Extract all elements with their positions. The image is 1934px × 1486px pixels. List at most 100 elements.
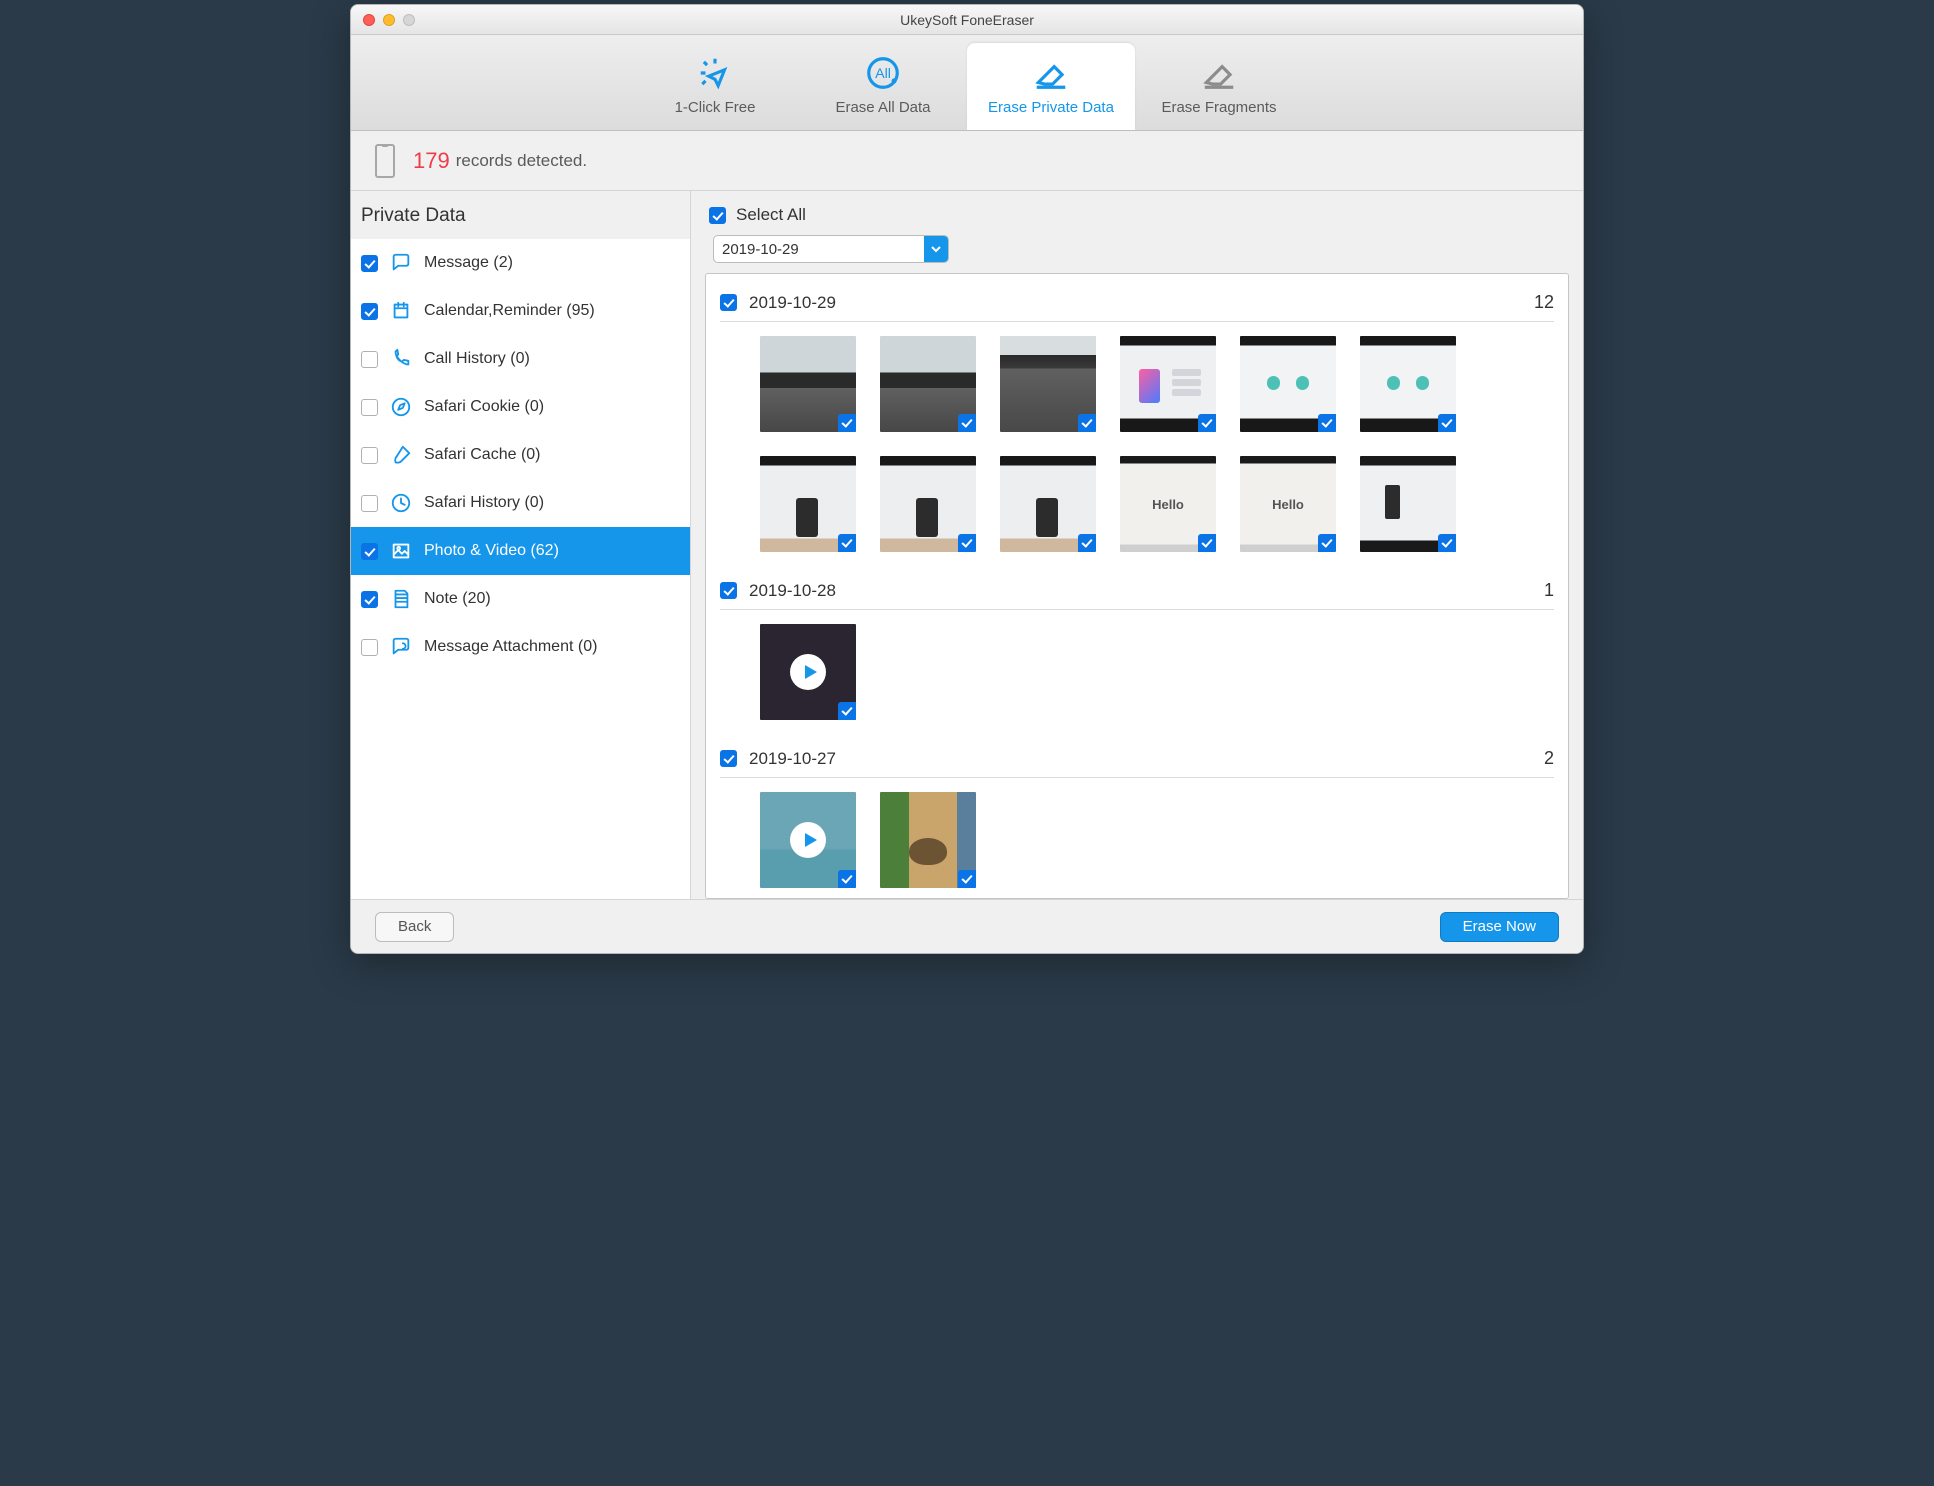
- device-icon: [375, 144, 395, 178]
- sidebar-item-checkbox[interactable]: [361, 543, 378, 560]
- thumbnail[interactable]: [760, 336, 856, 432]
- sidebar-item-checkbox[interactable]: [361, 495, 378, 512]
- thumbnail-checkbox[interactable]: [958, 534, 976, 552]
- sidebar-item-label: Call History (0): [424, 350, 530, 368]
- sidebar-item-cache[interactable]: Safari Cache (0): [351, 431, 690, 479]
- group-checkbox[interactable]: [720, 582, 737, 599]
- brush-icon: [388, 442, 414, 468]
- sidebar-item-checkbox[interactable]: [361, 255, 378, 272]
- sidebar-item-label: Message (2): [424, 254, 513, 272]
- tab-erase-all-data[interactable]: All Erase All Data: [799, 43, 967, 130]
- thumbnail-checkbox[interactable]: [1318, 534, 1336, 552]
- erase-now-button[interactable]: Erase Now: [1440, 912, 1559, 942]
- sidebar-item-label: Safari Cookie (0): [424, 398, 544, 416]
- sidebar-item-msgattach[interactable]: Message Attachment (0): [351, 623, 690, 671]
- sidebar-item-checkbox[interactable]: [361, 351, 378, 368]
- sidebar-item-note[interactable]: Note (20): [351, 575, 690, 623]
- group-count: 1: [1544, 580, 1554, 601]
- records-text: records detected.: [456, 151, 587, 171]
- thumbnail[interactable]: Hello: [1240, 456, 1336, 552]
- sidebar-item-label: Calendar,Reminder (95): [424, 302, 595, 320]
- thumbnail-checkbox[interactable]: [838, 702, 856, 720]
- sidebar-item-history[interactable]: Safari History (0): [351, 479, 690, 527]
- titlebar: UkeySoft FoneEraser: [351, 5, 1583, 35]
- group-header: 2019-10-272: [720, 740, 1554, 778]
- thumbnail[interactable]: [1360, 336, 1456, 432]
- thumbnail-checkbox[interactable]: [838, 414, 856, 432]
- sidebar-item-checkbox[interactable]: [361, 303, 378, 320]
- date-filter-select[interactable]: 2019-10-29: [713, 235, 949, 263]
- svg-text:All: All: [875, 66, 891, 82]
- image-icon: [388, 538, 414, 564]
- tab-label: 1-Click Free: [639, 99, 791, 116]
- tab-erase-private-data[interactable]: Erase Private Data: [967, 43, 1135, 130]
- thumbnail-checkbox[interactable]: [1198, 534, 1216, 552]
- sidebar-item-photovid[interactable]: Photo & Video (62): [351, 527, 690, 575]
- sidebar-item-label: Safari Cache (0): [424, 446, 541, 464]
- calendar-icon: [388, 298, 414, 324]
- sidebar-item-label: Safari History (0): [424, 494, 544, 512]
- records-count: 179: [413, 148, 450, 174]
- erase-all-icon: All: [807, 53, 959, 93]
- thumbnail[interactable]: [1000, 336, 1096, 432]
- thumbnail[interactable]: Hello: [1120, 456, 1216, 552]
- thumb-row: [720, 792, 1554, 888]
- sidebar-item-checkbox[interactable]: [361, 399, 378, 416]
- thumbnail-checkbox[interactable]: [1318, 414, 1336, 432]
- sidebar-item-label: Message Attachment (0): [424, 638, 597, 656]
- eraser-outline-icon: [1143, 53, 1295, 93]
- sidebar-item-callhist[interactable]: Call History (0): [351, 335, 690, 383]
- tab-1click-free[interactable]: 1-Click Free: [631, 43, 799, 130]
- group-date: 2019-10-29: [749, 293, 836, 313]
- select-all-checkbox[interactable]: [709, 207, 726, 224]
- thumbnail[interactable]: [1360, 456, 1456, 552]
- attachment-icon: [388, 634, 414, 660]
- thumbnail[interactable]: [1120, 336, 1216, 432]
- thumbnail[interactable]: [1240, 336, 1336, 432]
- thumbnail[interactable]: [760, 624, 856, 720]
- sidebar-item-label: Photo & Video (62): [424, 542, 559, 560]
- sidebar-item-checkbox[interactable]: [361, 639, 378, 656]
- thumbnail-checkbox[interactable]: [838, 534, 856, 552]
- sidebar-item-label: Note (20): [424, 590, 491, 608]
- tab-erase-fragments[interactable]: Erase Fragments: [1135, 43, 1303, 130]
- thumbnail-checkbox[interactable]: [1078, 414, 1096, 432]
- thumbnail-scroll-area[interactable]: 2019-10-2912HelloHello2019-10-2812019-10…: [705, 273, 1569, 899]
- group-checkbox[interactable]: [720, 294, 737, 311]
- thumbnail[interactable]: [760, 456, 856, 552]
- photo-group: 2019-10-272: [720, 740, 1554, 888]
- thumbnail-checkbox[interactable]: [1198, 414, 1216, 432]
- group-count: 12: [1534, 292, 1554, 313]
- sidebar-item-calendar[interactable]: Calendar,Reminder (95): [351, 287, 690, 335]
- thumbnail-checkbox[interactable]: [1438, 534, 1456, 552]
- content-header: Select All: [705, 201, 1569, 235]
- sidebar-item-cookie[interactable]: Safari Cookie (0): [351, 383, 690, 431]
- sidebar-item-checkbox[interactable]: [361, 447, 378, 464]
- sidebar-item-checkbox[interactable]: [361, 591, 378, 608]
- footer: Back Erase Now: [351, 899, 1583, 953]
- group-checkbox[interactable]: [720, 750, 737, 767]
- thumbnail[interactable]: [760, 792, 856, 888]
- thumb-row: [720, 624, 1554, 720]
- thumbnail[interactable]: [880, 792, 976, 888]
- thumbnail-checkbox[interactable]: [1438, 414, 1456, 432]
- thumbnail-checkbox[interactable]: [1078, 534, 1096, 552]
- sidebar-item-message[interactable]: Message (2): [351, 239, 690, 287]
- back-button[interactable]: Back: [375, 912, 454, 942]
- sidebar: Private Data Message (2)Calendar,Reminde…: [351, 191, 691, 899]
- note-icon: [388, 586, 414, 612]
- thumbnail-checkbox[interactable]: [958, 870, 976, 888]
- eraser-icon: [975, 53, 1127, 93]
- tab-label: Erase Private Data: [975, 99, 1127, 116]
- thumbnail-checkbox[interactable]: [958, 414, 976, 432]
- select-all-label: Select All: [736, 205, 806, 225]
- date-filter-value: 2019-10-29: [714, 241, 924, 258]
- thumbnail-checkbox[interactable]: [838, 870, 856, 888]
- photo-group: 2019-10-29 12 HelloHello: [720, 284, 1554, 552]
- group-header: 2019-10-29 12: [720, 284, 1554, 322]
- thumbnail[interactable]: [880, 336, 976, 432]
- thumbnail[interactable]: [1000, 456, 1096, 552]
- group-date: 2019-10-27: [749, 749, 836, 769]
- thumbnail[interactable]: [880, 456, 976, 552]
- app-title: UkeySoft FoneEraser: [351, 12, 1583, 28]
